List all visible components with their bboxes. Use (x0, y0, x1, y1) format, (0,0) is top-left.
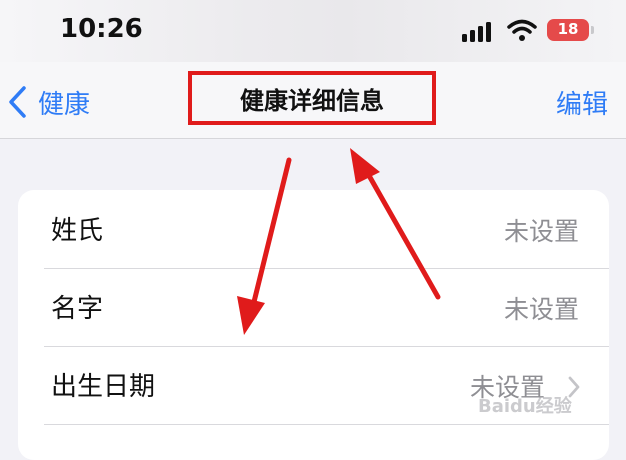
page-title: 健康详细信息 (188, 71, 436, 125)
row-value: 未设置 (503, 295, 579, 324)
row-label: 名字 (51, 294, 104, 324)
details-list: 姓氏 未设置 名字 未设置 出生日期 未设置 (18, 190, 609, 460)
status-time: 10:26 (60, 14, 143, 44)
row-first-name[interactable]: 名字 未设置 (18, 268, 609, 346)
edit-button[interactable]: 编辑 (556, 84, 608, 121)
separator (44, 424, 609, 425)
battery-level: 18 (557, 20, 579, 38)
status-bar: 10:26 18 (0, 0, 626, 62)
chevron-left-icon (9, 86, 26, 118)
back-button[interactable]: 健康 (6, 82, 90, 122)
wifi-icon (507, 19, 537, 41)
row-last-name[interactable]: 姓氏 未设置 (18, 190, 609, 268)
row-label: 姓氏 (51, 216, 104, 246)
row-value: 未设置 (503, 217, 579, 246)
back-label: 健康 (38, 89, 91, 120)
watermark: Baidu经验 (478, 396, 572, 417)
navigation-bar: 健康 健康详细信息 编辑 (0, 62, 626, 139)
signal-icon (462, 22, 491, 42)
row-label: 出生日期 (51, 372, 156, 402)
battery-icon: 18 (547, 19, 594, 41)
